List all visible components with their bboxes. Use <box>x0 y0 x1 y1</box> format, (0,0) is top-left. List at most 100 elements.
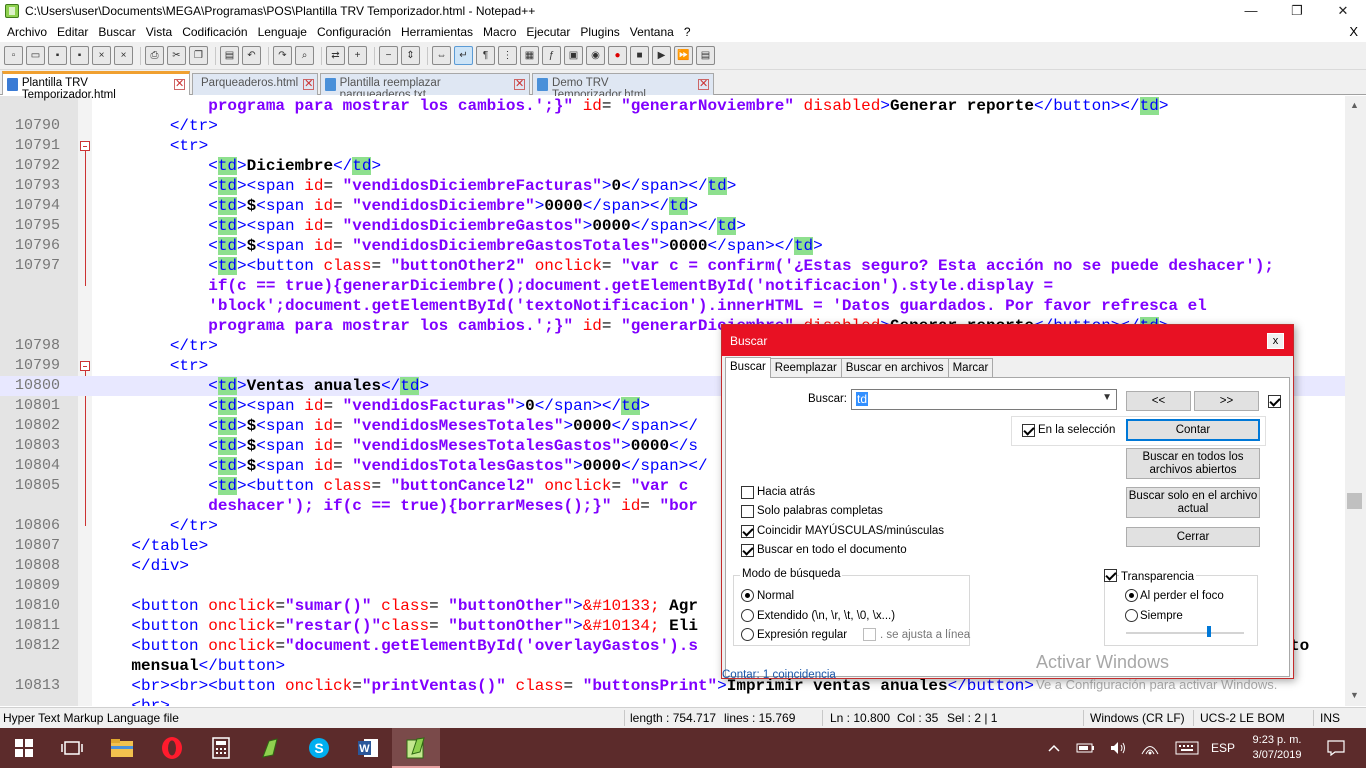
task-view-icon[interactable] <box>48 728 96 768</box>
replace-icon[interactable]: ⇄ <box>326 46 345 65</box>
direction-checkbox[interactable] <box>1268 395 1281 408</box>
menu-editar[interactable]: Editar <box>52 25 93 39</box>
menu-codificacion[interactable]: Codificación <box>177 25 252 39</box>
wifi-icon[interactable] <box>1138 728 1162 768</box>
close-document-x[interactable]: X <box>1349 24 1358 39</box>
close-button[interactable]: Cerrar <box>1126 527 1260 547</box>
input-language[interactable]: ESP <box>1208 728 1238 768</box>
vertical-scrollbar[interactable]: ▲ ▼ <box>1345 96 1366 706</box>
calculator-icon[interactable] <box>197 728 245 768</box>
keyboard-icon[interactable] <box>1172 728 1202 768</box>
tab-close-icon[interactable]: ✕ <box>174 79 185 90</box>
menu-herramientas[interactable]: Herramientas <box>396 25 478 39</box>
run-macro-multiple-icon[interactable]: ⏩ <box>674 46 693 65</box>
menu-vista[interactable]: Vista <box>141 25 177 39</box>
menu-ejecutar[interactable]: Ejecutar <box>521 25 575 39</box>
minimize-button[interactable]: — <box>1228 0 1274 22</box>
close-all-icon[interactable]: × <box>114 46 133 65</box>
dot-newline-checkbox[interactable] <box>863 628 876 641</box>
open-file-icon[interactable]: ▭ <box>26 46 45 65</box>
whole-word-checkbox[interactable] <box>741 505 754 518</box>
in-selection-checkbox[interactable] <box>1022 424 1035 437</box>
tab-close-icon[interactable]: ✕ <box>514 79 525 90</box>
fold-toggle-icon[interactable] <box>80 141 90 151</box>
word-icon[interactable]: W <box>344 728 392 768</box>
print-icon[interactable]: ⎙ <box>145 46 164 65</box>
tray-chevron-up-icon[interactable] <box>1042 728 1066 768</box>
count-button[interactable]: Contar <box>1126 419 1260 441</box>
menu-help[interactable]: ? <box>679 25 696 39</box>
code-line[interactable]: 10797 <td><button class= "buttonOther2" … <box>0 256 1345 276</box>
code-line[interactable]: 10791 <tr> <box>0 136 1345 156</box>
on-lose-focus-radio[interactable] <box>1125 589 1138 602</box>
code-line[interactable]: 10794 <td>$<span id= "vendidosDiciembre"… <box>0 196 1345 216</box>
menu-lenguaje[interactable]: Lenguaje <box>253 25 312 39</box>
code-line[interactable]: 10793 <td><span id= "vendidosDiciembreFa… <box>0 176 1345 196</box>
undo-icon[interactable]: ↶ <box>242 46 261 65</box>
indent-guide-icon[interactable]: ⋮ <box>498 46 517 65</box>
code-line[interactable]: if(c == true){generarDiciembre();documen… <box>0 276 1345 296</box>
code-line[interactable]: 10792 <td>Diciembre</td> <box>0 156 1345 176</box>
transparency-checkbox[interactable] <box>1104 569 1117 582</box>
tab-plantilla-trv-temporizador[interactable]: Plantilla TRV Temporizador.html ✕ <box>2 71 190 101</box>
record-macro-icon[interactable]: ● <box>608 46 627 65</box>
notepad-plus-plus-icon[interactable] <box>392 728 440 768</box>
find-previous-button[interactable]: << <box>1126 391 1191 411</box>
menu-macro[interactable]: Macro <box>478 25 521 39</box>
folder-workspace-icon[interactable]: ▣ <box>564 46 583 65</box>
tab-buscar-en-archivos[interactable]: Buscar en archivos <box>840 358 949 378</box>
tab-parqueaderos[interactable]: Parqueaderos.html ✕ <box>192 73 318 95</box>
mode-extended-radio[interactable] <box>741 609 754 622</box>
save-all-icon[interactable]: ▪ <box>70 46 89 65</box>
match-case-checkbox[interactable] <box>741 525 754 538</box>
scroll-thumb[interactable] <box>1347 493 1362 509</box>
file-explorer-icon[interactable] <box>98 728 146 768</box>
mode-regex-radio[interactable] <box>741 628 754 641</box>
menu-plugins[interactable]: Plugins <box>575 25 624 39</box>
wrap-around-checkbox[interactable] <box>741 544 754 557</box>
clock[interactable]: 9:23 p. m. 3/07/2019 <box>1244 728 1310 768</box>
tab-reemplazar[interactable]: Reemplazar <box>769 358 842 378</box>
code-line[interactable]: 10796 <td>$<span id= "vendidosDiciembreG… <box>0 236 1345 256</box>
sync-horizontal-icon[interactable]: ⇔ <box>432 46 451 65</box>
find-next-button[interactable]: >> <box>1194 391 1259 411</box>
code-line[interactable]: 'block';document.getElementById('textoNo… <box>0 296 1345 316</box>
menu-ventana[interactable]: Ventana <box>625 25 679 39</box>
maximize-button[interactable]: ❐ <box>1274 0 1320 22</box>
tab-demo-trv[interactable]: Demo TRV Temporizador.html ✕ <box>532 73 714 101</box>
monitoring-icon[interactable]: ◉ <box>586 46 605 65</box>
tab-close-icon[interactable]: ✕ <box>698 79 709 90</box>
fold-toggle-icon[interactable] <box>80 361 90 371</box>
mode-normal-radio[interactable] <box>741 589 754 602</box>
notifications-icon[interactable] <box>1318 728 1354 768</box>
tab-marcar[interactable]: Marcar <box>947 358 994 378</box>
always-radio[interactable] <box>1125 609 1138 622</box>
redo-icon[interactable]: ↷ <box>273 46 292 65</box>
copy-icon[interactable]: ❐ <box>189 46 208 65</box>
transparency-slider-thumb[interactable] <box>1207 626 1211 637</box>
backward-checkbox[interactable] <box>741 486 754 499</box>
code-line[interactable]: programa para mostrar los cambios.';}" i… <box>0 96 1345 116</box>
tab-close-icon[interactable]: ✕ <box>303 79 315 90</box>
find-all-open-docs-button[interactable]: Buscar en todos los archivos abiertos <box>1126 448 1260 479</box>
word-wrap-icon[interactable]: ↵ <box>454 46 473 65</box>
scroll-down-icon[interactable]: ▼ <box>1350 690 1359 700</box>
opera-icon[interactable] <box>148 728 196 768</box>
stop-macro-icon[interactable]: ■ <box>630 46 649 65</box>
find-icon[interactable]: ⌕ <box>295 46 314 65</box>
play-macro-icon[interactable]: ▶ <box>652 46 671 65</box>
find-dialog-close-button[interactable]: x <box>1267 333 1284 349</box>
find-input[interactable]: td ▼ <box>851 389 1117 410</box>
close-window-button[interactable]: ✕ <box>1320 0 1366 22</box>
sync-vertical-icon[interactable]: ⇕ <box>401 46 420 65</box>
zoom-out-icon[interactable]: − <box>379 46 398 65</box>
tab-plantilla-reemplazar[interactable]: Plantilla reemplazar parqueaderos.txt ✕ <box>320 73 530 101</box>
menu-buscar[interactable]: Buscar <box>93 25 140 39</box>
tab-buscar[interactable]: Buscar <box>725 357 771 378</box>
new-file-icon[interactable]: ▫ <box>4 46 23 65</box>
function-list-icon[interactable]: ƒ <box>542 46 561 65</box>
show-all-chars-icon[interactable]: ¶ <box>476 46 495 65</box>
skype-icon[interactable]: S <box>295 728 343 768</box>
code-line[interactable]: 10795 <td><span id= "vendidosDiciembreGa… <box>0 216 1345 236</box>
volume-icon[interactable] <box>1106 728 1130 768</box>
